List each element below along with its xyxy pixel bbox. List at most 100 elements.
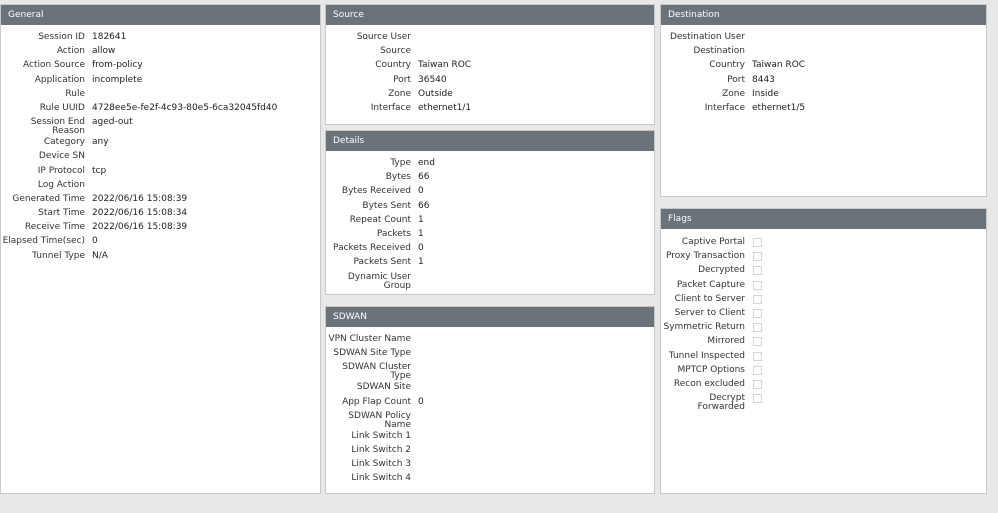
flag-checkbox[interactable] [753,337,762,347]
flag-label: Decrypted [698,265,745,276]
field-label: SDWAN Site [356,382,411,393]
field-value: allow [92,46,116,57]
field-value: incomplete [92,74,143,85]
general-row-elapsed-time-sec: Elapsed Time(sec) 0 [1,235,320,249]
field-label: Rule [65,88,85,99]
flag-checkbox[interactable] [753,394,762,404]
field-label: Dynamic User Group [347,271,411,291]
flag-label: Proxy Transaction [665,251,745,262]
field-label: Zone [388,88,411,99]
destination-panel: Destination Destination User Destination C… [660,4,987,197]
field-value [85,88,92,90]
destination-row-port: Port 8443 [661,74,986,88]
field-label: Elapsed Time(sec) [2,236,85,247]
sdwan-header: SDWAN [326,307,654,327]
flags-fields: Captive Portal Proxy Transaction Decrypted… [661,229,986,412]
general-panel: General Session ID 182641 Action allow Actio… [0,4,321,494]
field-value: 1 [418,214,424,225]
source-row-source-user: Source User [326,31,654,45]
field-value: 2022/06/16 15:08:39 [92,193,188,204]
field-value [411,333,418,335]
field-label: Action Source [23,60,85,71]
general-row-log-action: Log Action [1,179,320,193]
field-value [411,472,418,474]
sdwan-row-link-switch-3: Link Switch 3 [326,458,654,472]
flag-checkbox[interactable] [753,365,762,375]
details-row-dynamic-user-group: Dynamic User Group [326,271,654,291]
field-label: Type [390,158,411,168]
field-value [411,444,418,446]
field-value [85,150,92,152]
general-header: General [1,5,320,25]
general-row-rule-uuid: Rule UUID 4728ee5e-fe2f-4c93-80e5-6ca3204… [1,102,320,116]
sdwan-row-app-flap-count: App Flap Count 0 [326,396,654,410]
field-label: Source [380,46,411,57]
field-value: from-policy [92,60,143,71]
flag-checkbox[interactable] [753,308,762,318]
sdwan-panel: SDWAN VPN Cluster Name SDWAN Site Type SDW… [325,306,655,494]
flag-checkbox[interactable] [753,323,762,333]
field-value [411,430,418,432]
field-value: 0 [418,186,424,197]
field-value: 8443 [752,74,775,85]
flag-row-mirrored: Mirrored [661,335,986,349]
flag-checkbox[interactable] [753,266,762,276]
flag-label: Symmetric Return [663,322,745,333]
flag-row-client-to-server: Client to Server [661,293,986,307]
sdwan-row-sdwan-site: SDWAN Site [326,381,654,395]
field-label: Bytes [385,172,411,183]
field-value: 0 [418,396,424,407]
flag-label: Server to Client [674,307,745,318]
field-value [745,45,752,47]
flag-label: Recon excluded [673,378,745,389]
details-panel: Details Type end Bytes 66 Bytes Received 0 Byt… [325,130,655,295]
general-row-action-source: Action Source from-policy [1,59,320,73]
source-panel: Source Source User Source Country Taiwan RO… [325,4,655,125]
flag-row-decrypt-forwarded: Decrypt Forwarded [661,392,986,412]
field-label: Generated Time [12,193,85,204]
field-label: Category [43,137,85,148]
destination-row-country: Country Taiwan ROC [661,59,986,73]
details-fields: Type end Bytes 66 Bytes Received 0 Bytes Sent 6… [326,151,654,291]
flag-label: MPTCP Options [677,364,745,375]
field-value: Taiwan ROC [418,60,472,71]
field-value [411,410,418,412]
general-fields: Session ID 182641 Action allow Action Source… [1,25,320,264]
field-label: Country [375,60,411,71]
source-row-port: Port 36540 [326,74,654,88]
flag-checkbox[interactable] [753,379,762,389]
source-row-source: Source [326,45,654,59]
field-label: Rule UUID [39,102,85,113]
field-value: 2022/06/16 15:08:34 [92,208,188,219]
general-row-device-sn: Device SN [1,150,320,164]
sdwan-row-vpn-cluster-name: VPN Cluster Name [326,333,654,347]
field-value: 66 [418,172,430,183]
general-row-action: Action allow [1,45,320,59]
field-label: Interface [370,102,411,113]
field-label: Link Switch 3 [351,459,411,470]
field-value: tcp [92,165,107,176]
field-value: 182641 [92,32,127,42]
flag-checkbox[interactable] [753,252,762,262]
field-label: Device SN [38,151,85,162]
flag-row-packet-capture: Packet Capture [661,279,986,293]
source-row-country: Country Taiwan ROC [326,59,654,73]
flag-checkbox[interactable] [753,351,762,361]
destination-row-destination: Destination [661,45,986,59]
flag-checkbox[interactable] [753,280,762,290]
flag-label: Tunnel Inspected [668,350,745,361]
destination-header: Destination [661,5,986,25]
field-value [411,347,418,349]
field-value: aged-out [92,117,133,128]
flags-panel: Flags Captive Portal Proxy Transaction Dec… [660,208,987,494]
details-row-bytes-received: Bytes Received 0 [326,185,654,199]
field-value [411,458,418,460]
flag-row-server-to-client: Server to Client [661,307,986,321]
field-label: Packets Received [333,243,411,254]
flag-checkbox[interactable] [753,294,762,304]
flag-label: Captive Portal [681,237,745,247]
details-row-bytes: Bytes 66 [326,171,654,185]
flag-checkbox[interactable] [753,238,762,247]
field-label: Link Switch 1 [351,430,411,441]
sdwan-row-link-switch-2: Link Switch 2 [326,444,654,458]
